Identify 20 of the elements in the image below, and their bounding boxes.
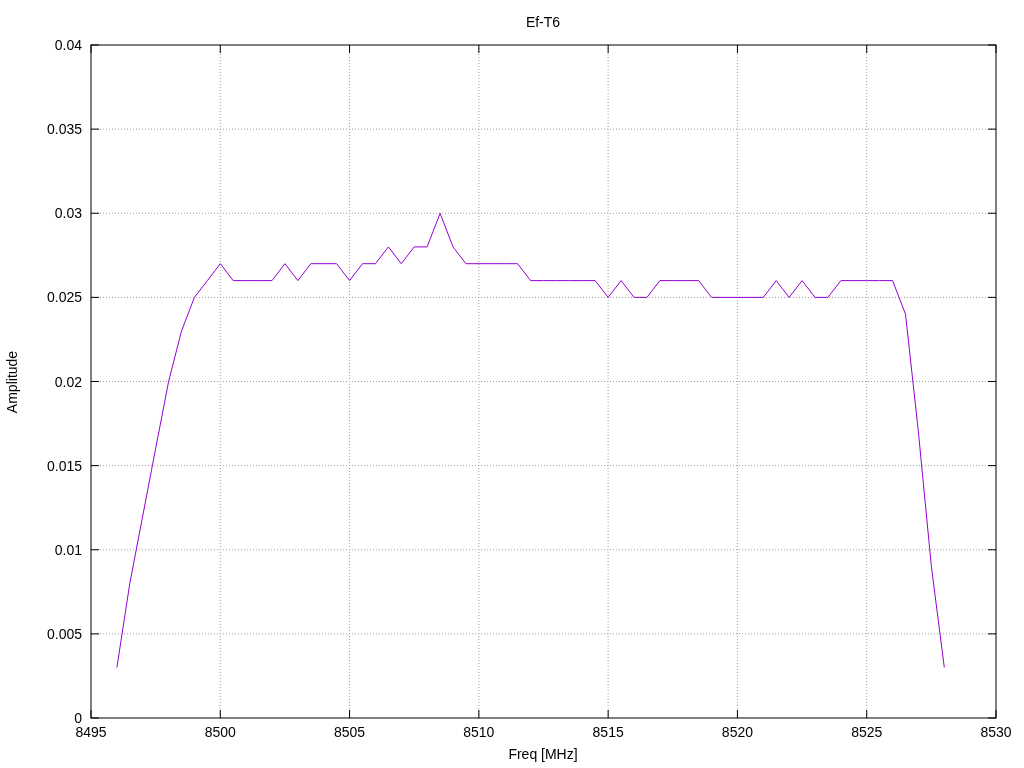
tick-label: 8495	[75, 724, 107, 740]
y-axis-label: Amplitude	[4, 350, 20, 414]
tick-label: 0.03	[54, 205, 82, 222]
tick-label: 8515	[592, 724, 624, 740]
tick-label: 0.01	[54, 541, 82, 558]
tick-label: 8525	[851, 724, 883, 740]
tick-label: 0.025	[46, 289, 82, 306]
x-axis-label: Freq [MHz]	[508, 746, 578, 762]
tick-label: 0.02	[54, 373, 82, 390]
tick-label: 8505	[334, 724, 366, 740]
tick-label: 0.035	[46, 121, 82, 138]
tick-label: 0.005	[46, 625, 82, 642]
tick-label: 0.015	[46, 457, 82, 474]
tick-label: 0.04	[54, 37, 82, 53]
tick-label: 8510	[463, 724, 495, 740]
tick-label: 0	[74, 710, 82, 726]
tick-label: 8500	[204, 724, 236, 740]
chart-title: Ef-T6	[525, 14, 561, 30]
tick-label: 8520	[721, 724, 753, 740]
tick-label: 8530	[980, 724, 1012, 740]
